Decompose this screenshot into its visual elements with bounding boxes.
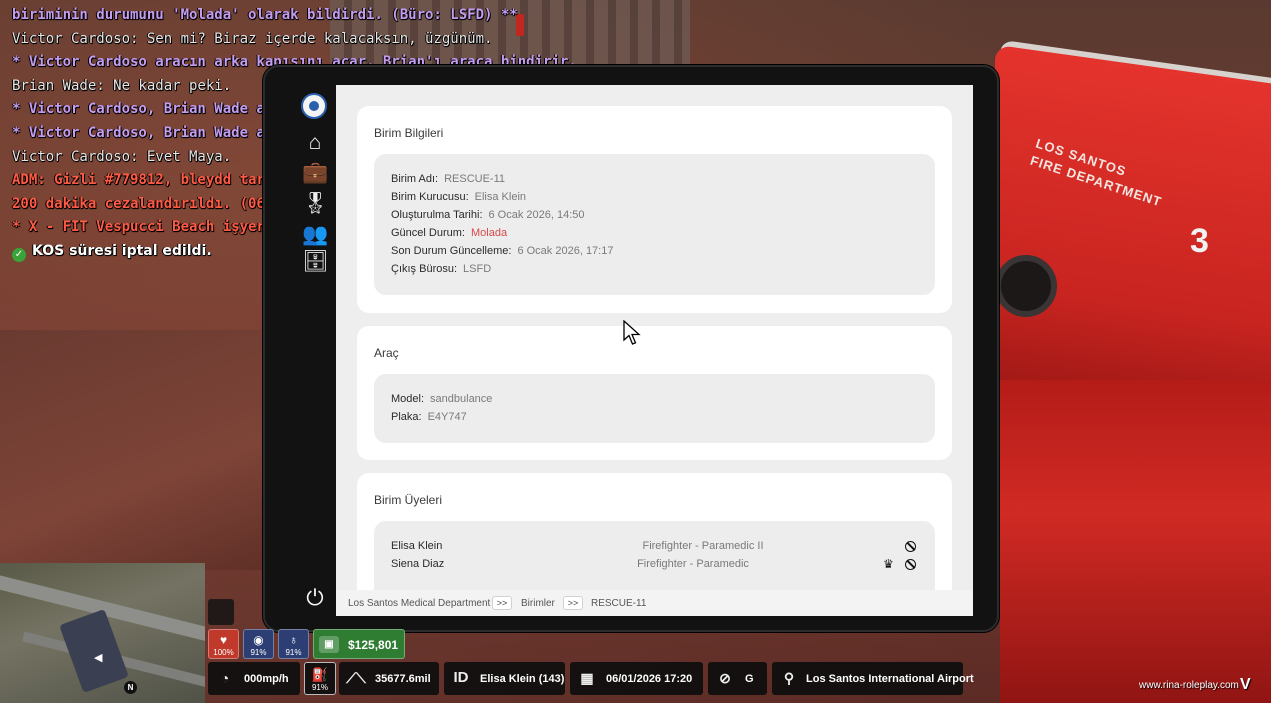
truck-number: 3 xyxy=(1190,222,1209,260)
speed-value: 000mp/h xyxy=(244,673,289,685)
members-title: Birim Üyeleri xyxy=(374,493,443,507)
road-icon: ⟋⟍ xyxy=(346,670,366,686)
unit-status-updated-row: Son Durum Güncelleme: 6 Ocak 2026, 17:17 xyxy=(391,245,614,257)
odometer-value: 35677.6mil xyxy=(375,673,431,685)
hunger-value: 91% xyxy=(250,648,267,657)
hunger-stat: ◉ 91% xyxy=(243,629,274,659)
player-id-display: ID Elisa Klein (143) xyxy=(444,662,565,695)
location-value: Los Santos International Airport xyxy=(806,673,974,685)
floor-background xyxy=(0,330,290,570)
mouse-cursor-icon xyxy=(623,320,641,345)
unit-office-row: Çıkış Bürosu: LSFD xyxy=(391,263,492,275)
archive-icon[interactable]: 🗄 xyxy=(302,251,329,273)
speedometer-icon: ◔ xyxy=(220,670,230,686)
vehicle-plate-row: Plaka: E4Y747 xyxy=(391,411,467,423)
unit-created-row: Oluşturulma Tarihi: 6 Ocak 2026, 14:50 xyxy=(391,209,585,221)
heading-display: ⊘ G xyxy=(708,662,767,695)
odometer-display: ⟋⟍ 35677.6mil xyxy=(339,662,439,695)
chat-line: biriminin durumunu 'Molada' olarak bildi… xyxy=(12,7,518,23)
location-display: ⚲ Los Santos International Airport xyxy=(772,662,974,695)
datetime-display: ▦ 06/01/2026 17:20 xyxy=(570,662,703,695)
member-role: Firefighter - Paramedic II xyxy=(642,540,764,552)
unit-info-details: Birim Adı: RESCUE-11 Birim Kurucusu: Elisa… xyxy=(374,154,935,295)
datetime-value: 06/01/2026 17:20 xyxy=(606,673,693,685)
briefcase-icon[interactable]: 💼 xyxy=(302,162,328,184)
unit-founder-row: Birim Kurucusu: Elisa Klein xyxy=(391,191,526,203)
hud-empty-slot xyxy=(208,599,234,625)
table-row[interactable]: Elisa Klein Firefighter - Paramedic II xyxy=(391,540,919,558)
members-card: Birim Üyeleri Elisa Klein Firefighter - … xyxy=(357,473,952,590)
unit-info-title: Birim Bilgileri xyxy=(374,126,444,140)
fuel-display: ⛽ 91% xyxy=(304,662,336,695)
health-value: 100% xyxy=(213,648,234,657)
minimap: ◀ N xyxy=(0,563,205,703)
calendar-icon: ▦ xyxy=(580,670,594,686)
breadcrumb-item[interactable]: Los Santos Medical Department xyxy=(348,598,490,609)
money-value: $125,801 xyxy=(348,638,399,652)
status-badge: Molada xyxy=(470,227,508,239)
member-role: Firefighter - Paramedic xyxy=(637,558,749,570)
unit-status-row: Güncel Durum: Molada xyxy=(391,227,508,239)
compass-icon: ⊘ xyxy=(719,670,731,686)
remove-member-icon[interactable] xyxy=(905,559,916,570)
tablet-content[interactable]: Birim Bilgileri Birim Adı: RESCUE-11 Biri… xyxy=(336,85,973,590)
breadcrumb-separator: >> xyxy=(563,596,583,610)
food-icon: ◉ xyxy=(253,633,264,647)
vehicle-details: Model: sandbulance Plaka: E4Y747 xyxy=(374,374,935,443)
thirst-stat: ♁ 91% xyxy=(278,629,309,659)
breadcrumb-separator: >> xyxy=(492,596,512,610)
drink-icon: ♁ xyxy=(289,633,298,647)
wallet-icon: ▣ xyxy=(319,636,339,653)
vehicle-card: Araç Model: sandbulance Plaka: E4Y747 xyxy=(357,326,952,460)
member-name: Siena Diaz xyxy=(391,558,445,570)
unit-name-row: Birim Adı: RESCUE-11 xyxy=(391,173,506,185)
unit-info-card: Birim Bilgileri Birim Adı: RESCUE-11 Biri… xyxy=(357,106,952,313)
north-indicator: N xyxy=(124,681,137,694)
remove-member-icon[interactable] xyxy=(905,541,916,552)
table-row[interactable]: Siena Diaz Firefighter - Paramedic ♛ xyxy=(391,557,919,576)
fuel-icon: ⛽ xyxy=(311,667,329,682)
server-logo-icon: V xyxy=(1240,676,1251,693)
money-display: ▣ $125,801 xyxy=(313,629,405,659)
tablet-screen: ⌂ 💼 🎖 👥 🗄 ⏻ Birim Bilgileri Birim Adı: RE… xyxy=(293,85,973,616)
power-icon[interactable]: ⏻ xyxy=(302,585,328,611)
vehicle-title: Araç xyxy=(374,346,399,360)
heading-value: G xyxy=(745,673,754,685)
truck-wheel xyxy=(995,255,1057,317)
fire-truck xyxy=(995,44,1271,431)
mdt-tablet: ⌂ 💼 🎖 👥 🗄 ⏻ Birim Bilgileri Birim Adı: RE… xyxy=(263,65,999,632)
thirst-value: 91% xyxy=(285,648,302,657)
users-icon[interactable]: 👥 xyxy=(302,224,328,246)
chat-line: Victor Cardoso: Sen mi? Biraz içerde kal… xyxy=(12,30,493,47)
health-stat: ♥ 100% xyxy=(208,629,239,659)
department-logo-icon[interactable] xyxy=(301,93,327,119)
fuel-value: 91% xyxy=(311,683,328,692)
id-icon: ID xyxy=(453,669,469,686)
member-name: Elisa Klein xyxy=(391,540,443,552)
location-pin-icon: ⚲ xyxy=(783,670,795,686)
watermark: www.rina-roleplay.com xyxy=(1139,680,1239,691)
tablet-sidebar: ⌂ 💼 🎖 👥 🗄 ⏻ xyxy=(293,85,336,616)
chat-line-text: KOS süresi iptal edildi. xyxy=(32,242,212,259)
members-list: Elisa Klein Firefighter - Paramedic II S… xyxy=(374,521,935,590)
breadcrumb: Los Santos Medical Department >> Birimle… xyxy=(336,590,973,616)
award-icon[interactable]: 🎖 xyxy=(302,193,329,215)
heart-icon: ♥ xyxy=(219,633,228,647)
vehicle-model-row: Model: sandbulance xyxy=(391,393,493,405)
breadcrumb-item[interactable]: Birimler xyxy=(521,598,555,609)
breadcrumb-item[interactable]: RESCUE-11 xyxy=(591,598,646,609)
home-icon[interactable]: ⌂ xyxy=(302,132,328,154)
player-name-value: Elisa Klein (143) xyxy=(480,673,565,685)
crown-icon: ♛ xyxy=(883,557,894,571)
fire-truck-lower xyxy=(1000,380,1271,703)
check-icon: ✓ xyxy=(12,247,26,262)
speed-display: ◔ 000mp/h xyxy=(208,662,300,695)
player-arrow-icon: ◀ xyxy=(94,652,103,664)
